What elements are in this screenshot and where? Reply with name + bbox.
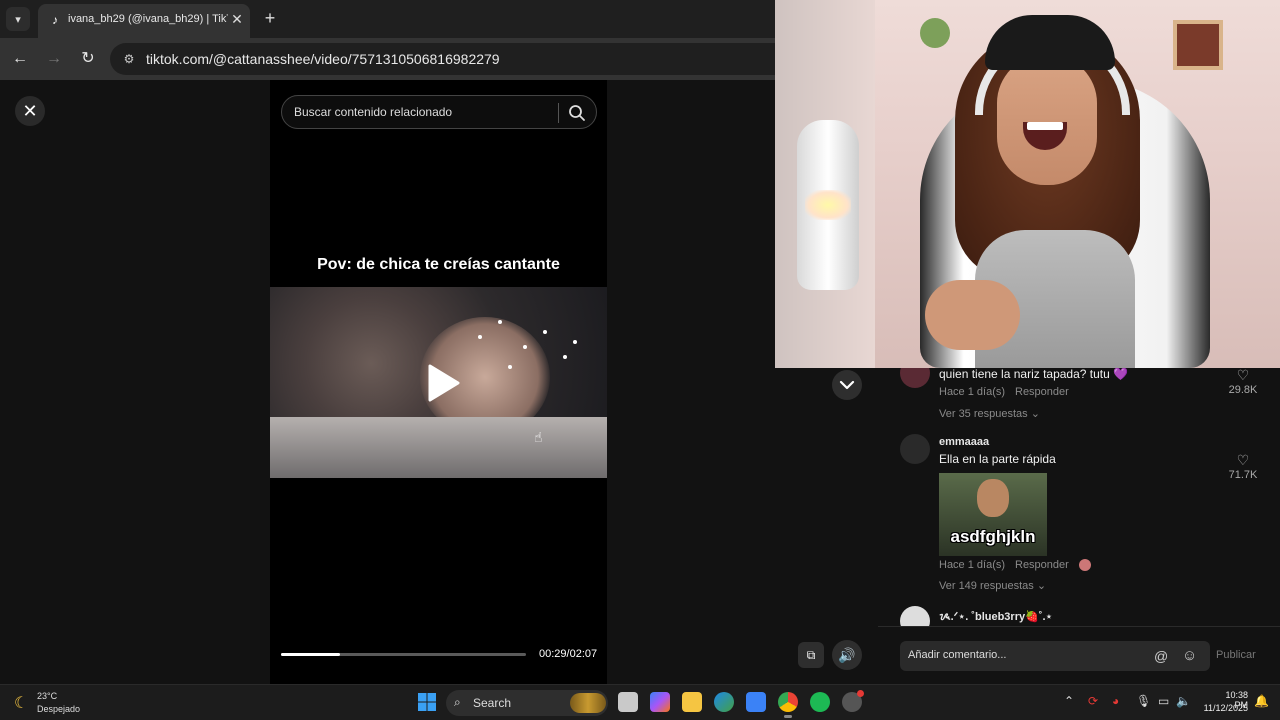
video-frame[interactable] <box>270 287 607 478</box>
url-text: tiktok.com/@cattanasshee/video/757131050… <box>146 51 500 67</box>
string-lights-image <box>478 320 577 369</box>
progress-fill <box>281 653 340 656</box>
comment-username[interactable]: ᝰ.ᐟ⋆. ˚blueb3rry🍓˚.⋆ <box>939 609 1052 624</box>
taskbar-search-label: Search <box>473 696 512 710</box>
cap-image <box>985 15 1115 70</box>
comment-timestamp: Hace 1 día(s) <box>939 559 1006 571</box>
picture-in-picture-icon[interactable]: ⧉ <box>798 642 824 668</box>
notification-bell-icon[interactable]: 🔔 <box>1254 694 1269 708</box>
video-caption: Pov: de chica te creías cantante <box>317 256 560 273</box>
search-highlight-image <box>570 693 606 713</box>
moon-weather-icon[interactable]: ☾ <box>14 693 28 713</box>
cursor-hand-icon: ☝ <box>534 429 543 445</box>
windows-start-icon[interactable] <box>418 693 436 711</box>
taskbar: ☾ 23°C Despejado ⌕ Search ⌃ ⟳ ◕ 🎙 ▭ 🔈 10… <box>0 684 1280 720</box>
comment-bar: Añadir comentario... @ ☺ Publicar <box>878 626 1280 684</box>
clock-date[interactable]: 11/12/2025 <box>1196 703 1248 713</box>
show-hidden-icons-icon[interactable]: ⌃ <box>1064 694 1074 708</box>
mention-icon[interactable]: @ <box>1154 648 1168 664</box>
picture-frame-image <box>1173 20 1223 70</box>
close-icon[interactable]: ✕ <box>15 96 45 126</box>
search-icon[interactable] <box>566 102 588 124</box>
spotify-icon[interactable] <box>810 692 830 712</box>
tab-close-icon[interactable]: ✕ <box>228 10 246 28</box>
search-placeholder: Buscar contenido relacionado <box>294 105 453 119</box>
plant-image <box>920 18 950 48</box>
reply-button[interactable]: Responder <box>1015 386 1069 398</box>
address-bar[interactable]: ⚙ tiktok.com/@cattanasshee/video/7571310… <box>110 43 775 75</box>
weather-description[interactable]: Despejado <box>37 704 80 714</box>
chrome-icon[interactable] <box>778 692 798 712</box>
comment-timestamp: Hace 1 día(s) <box>939 386 1006 398</box>
hand-image <box>925 280 1020 350</box>
weather-temperature[interactable]: 23°C <box>37 691 57 701</box>
speaker-icon[interactable]: 🔈 <box>1176 694 1191 708</box>
view-replies-button[interactable]: Ver 149 respuestas ⌄ <box>939 579 1046 592</box>
progress-bar[interactable] <box>281 653 526 656</box>
scroll-down-button[interactable] <box>832 370 862 400</box>
active-app-indicator <box>784 715 792 718</box>
volume-icon[interactable]: 🔊 <box>832 640 862 670</box>
browser-tab[interactable]: ♪ ivana_bh29 (@ivana_bh29) | TikTok ✕ <box>38 4 250 38</box>
tab-title: ivana_bh29 (@ivana_bh29) | TikTok <box>68 13 228 25</box>
comment-gif[interactable]: asdfghjkln <box>939 473 1047 556</box>
comment-username[interactable]: emmaaaa <box>939 436 989 448</box>
heart-icon[interactable]: ♡ <box>1223 368 1263 384</box>
mic-glow-image <box>805 190 851 220</box>
avatar[interactable] <box>900 368 930 388</box>
chevron-down-icon <box>839 380 855 390</box>
copilot-icon[interactable] <box>650 692 670 712</box>
browser-tab-bar: ▾ ♪ ivana_bh29 (@ivana_bh29) | TikTok ✕ … <box>0 0 775 38</box>
comment-text: quien tiene la nariz tapada? tutu 💜 <box>939 368 1129 381</box>
browser-toolbar: ← → ↻ ⚙ tiktok.com/@cattanasshee/video/7… <box>0 38 775 80</box>
microsoft-store-icon[interactable] <box>746 692 766 712</box>
file-explorer-icon[interactable] <box>682 692 702 712</box>
tab-search-button[interactable]: ▾ <box>6 7 30 31</box>
view-replies-button[interactable]: Ver 35 respuestas ⌄ <box>939 407 1040 420</box>
blanket-image <box>270 417 607 478</box>
heart-icon[interactable]: ♡ <box>1223 452 1263 469</box>
network-icon[interactable]: ▭ <box>1158 694 1169 708</box>
tray-app-icon[interactable]: ◕ <box>1112 694 1119 708</box>
comment-placeholder: Añadir comentario... <box>908 649 1007 661</box>
task-view-icon[interactable] <box>618 692 638 712</box>
back-icon[interactable]: ← <box>8 47 32 71</box>
view-replies-label: Ver 149 respuestas <box>939 580 1034 592</box>
teeth-image <box>1027 122 1063 130</box>
edge-icon[interactable] <box>714 692 734 712</box>
creator-liked-avatar <box>1079 559 1091 571</box>
taskbar-search[interactable]: ⌕ Search <box>446 690 608 716</box>
reply-button[interactable]: Responder <box>1015 559 1069 571</box>
new-tab-button[interactable]: + <box>260 8 280 28</box>
gif-person-image <box>977 479 1009 517</box>
reload-icon[interactable]: ↻ <box>76 47 100 71</box>
view-replies-label: Ver 35 respuestas <box>939 408 1028 420</box>
like-count: 29.8K <box>1228 384 1258 396</box>
webcam-overlay <box>775 0 1280 368</box>
tiktok-icon: ♪ <box>52 13 58 27</box>
forward-icon[interactable]: → <box>42 47 66 71</box>
like-count: 71.7K <box>1228 469 1258 481</box>
avatar[interactable] <box>900 434 930 464</box>
video-player[interactable]: Buscar contenido relacionado Pov: de chi… <box>270 80 607 684</box>
gif-caption: asdfghjkln <box>950 527 1036 546</box>
related-search-input[interactable]: Buscar contenido relacionado <box>281 95 597 129</box>
search-icon: ⌕ <box>454 695 461 709</box>
microphone-icon[interactable]: 🎙 <box>1136 694 1151 708</box>
play-icon[interactable] <box>420 361 464 405</box>
playback-time: 00:29/02:07 <box>539 648 598 660</box>
comment-input[interactable]: Añadir comentario... @ ☺ <box>900 641 1210 671</box>
emoji-icon[interactable]: ☺ <box>1182 647 1197 664</box>
publish-button[interactable]: Publicar <box>1216 649 1256 661</box>
site-info-icon[interactable]: ⚙ <box>120 50 138 68</box>
sync-icon[interactable]: ⟳ <box>1088 694 1098 708</box>
search-divider <box>558 103 559 123</box>
comment-text: Ella en la parte rápida <box>939 452 1056 466</box>
notification-badge <box>857 690 864 697</box>
